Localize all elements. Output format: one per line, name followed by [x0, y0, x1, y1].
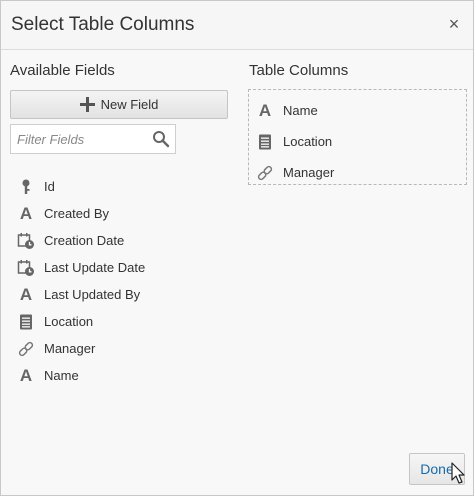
dialog-titlebar: Select Table Columns ×: [1, 1, 473, 50]
field-item-label: Last Updated By: [44, 287, 141, 302]
field-item-label: Last Update Date: [44, 260, 146, 275]
new-field-label: New Field: [100, 97, 159, 112]
text-a-icon: A: [19, 365, 33, 385]
field-item-name[interactable]: A Name: [17, 362, 227, 389]
field-item-label: Created By: [44, 206, 110, 221]
field-item-label: Name: [44, 368, 79, 383]
filter-fields-box: [10, 124, 176, 154]
done-button[interactable]: Done: [409, 453, 465, 485]
available-fields-heading: Available Fields: [10, 62, 115, 79]
field-item-last-updated-by[interactable]: A Last Updated By: [17, 281, 227, 308]
calendar-clock-icon: [17, 259, 35, 277]
filter-fields-input[interactable]: [11, 125, 163, 153]
text-a-icon: A: [19, 203, 33, 223]
column-item-label: Name: [283, 103, 318, 118]
field-item-creation-date[interactable]: Creation Date: [17, 227, 227, 254]
link-icon: [256, 164, 274, 182]
column-item-label: Location: [283, 134, 333, 149]
column-item-name[interactable]: A Name: [249, 95, 466, 126]
calendar-clock-icon: [17, 232, 35, 250]
available-fields-list: Id A Created By Creation Date Last Updat…: [17, 173, 227, 389]
table-columns-heading: Table Columns: [249, 62, 349, 79]
plus-icon: [79, 97, 95, 112]
search-icon[interactable]: [152, 130, 170, 148]
link-icon: [17, 340, 35, 358]
text-a-icon: A: [19, 284, 33, 304]
field-item-label: Location: [44, 314, 94, 329]
select-table-columns-dialog: Select Table Columns × Available Fields …: [0, 0, 474, 496]
document-list-icon: [256, 133, 274, 151]
field-item-id[interactable]: Id: [17, 173, 227, 200]
key-icon: [17, 178, 35, 196]
dialog-title: Select Table Columns: [11, 14, 195, 35]
field-item-location[interactable]: Location: [17, 308, 227, 335]
document-list-icon: [17, 313, 35, 331]
field-item-label: Creation Date: [44, 233, 125, 248]
new-field-button[interactable]: New Field: [10, 90, 228, 119]
table-columns-dropzone[interactable]: A Name Location Manager: [248, 89, 467, 185]
field-item-manager[interactable]: Manager: [17, 335, 227, 362]
field-item-created-by[interactable]: A Created By: [17, 200, 227, 227]
column-item-manager[interactable]: Manager: [249, 157, 466, 188]
field-item-label: Manager: [44, 341, 96, 356]
column-item-label: Manager: [283, 165, 335, 180]
field-item-last-update-date[interactable]: Last Update Date: [17, 254, 227, 281]
text-a-icon: A: [258, 100, 272, 120]
close-icon[interactable]: ×: [445, 15, 463, 33]
column-item-location[interactable]: Location: [249, 126, 466, 157]
field-item-label: Id: [44, 179, 55, 194]
